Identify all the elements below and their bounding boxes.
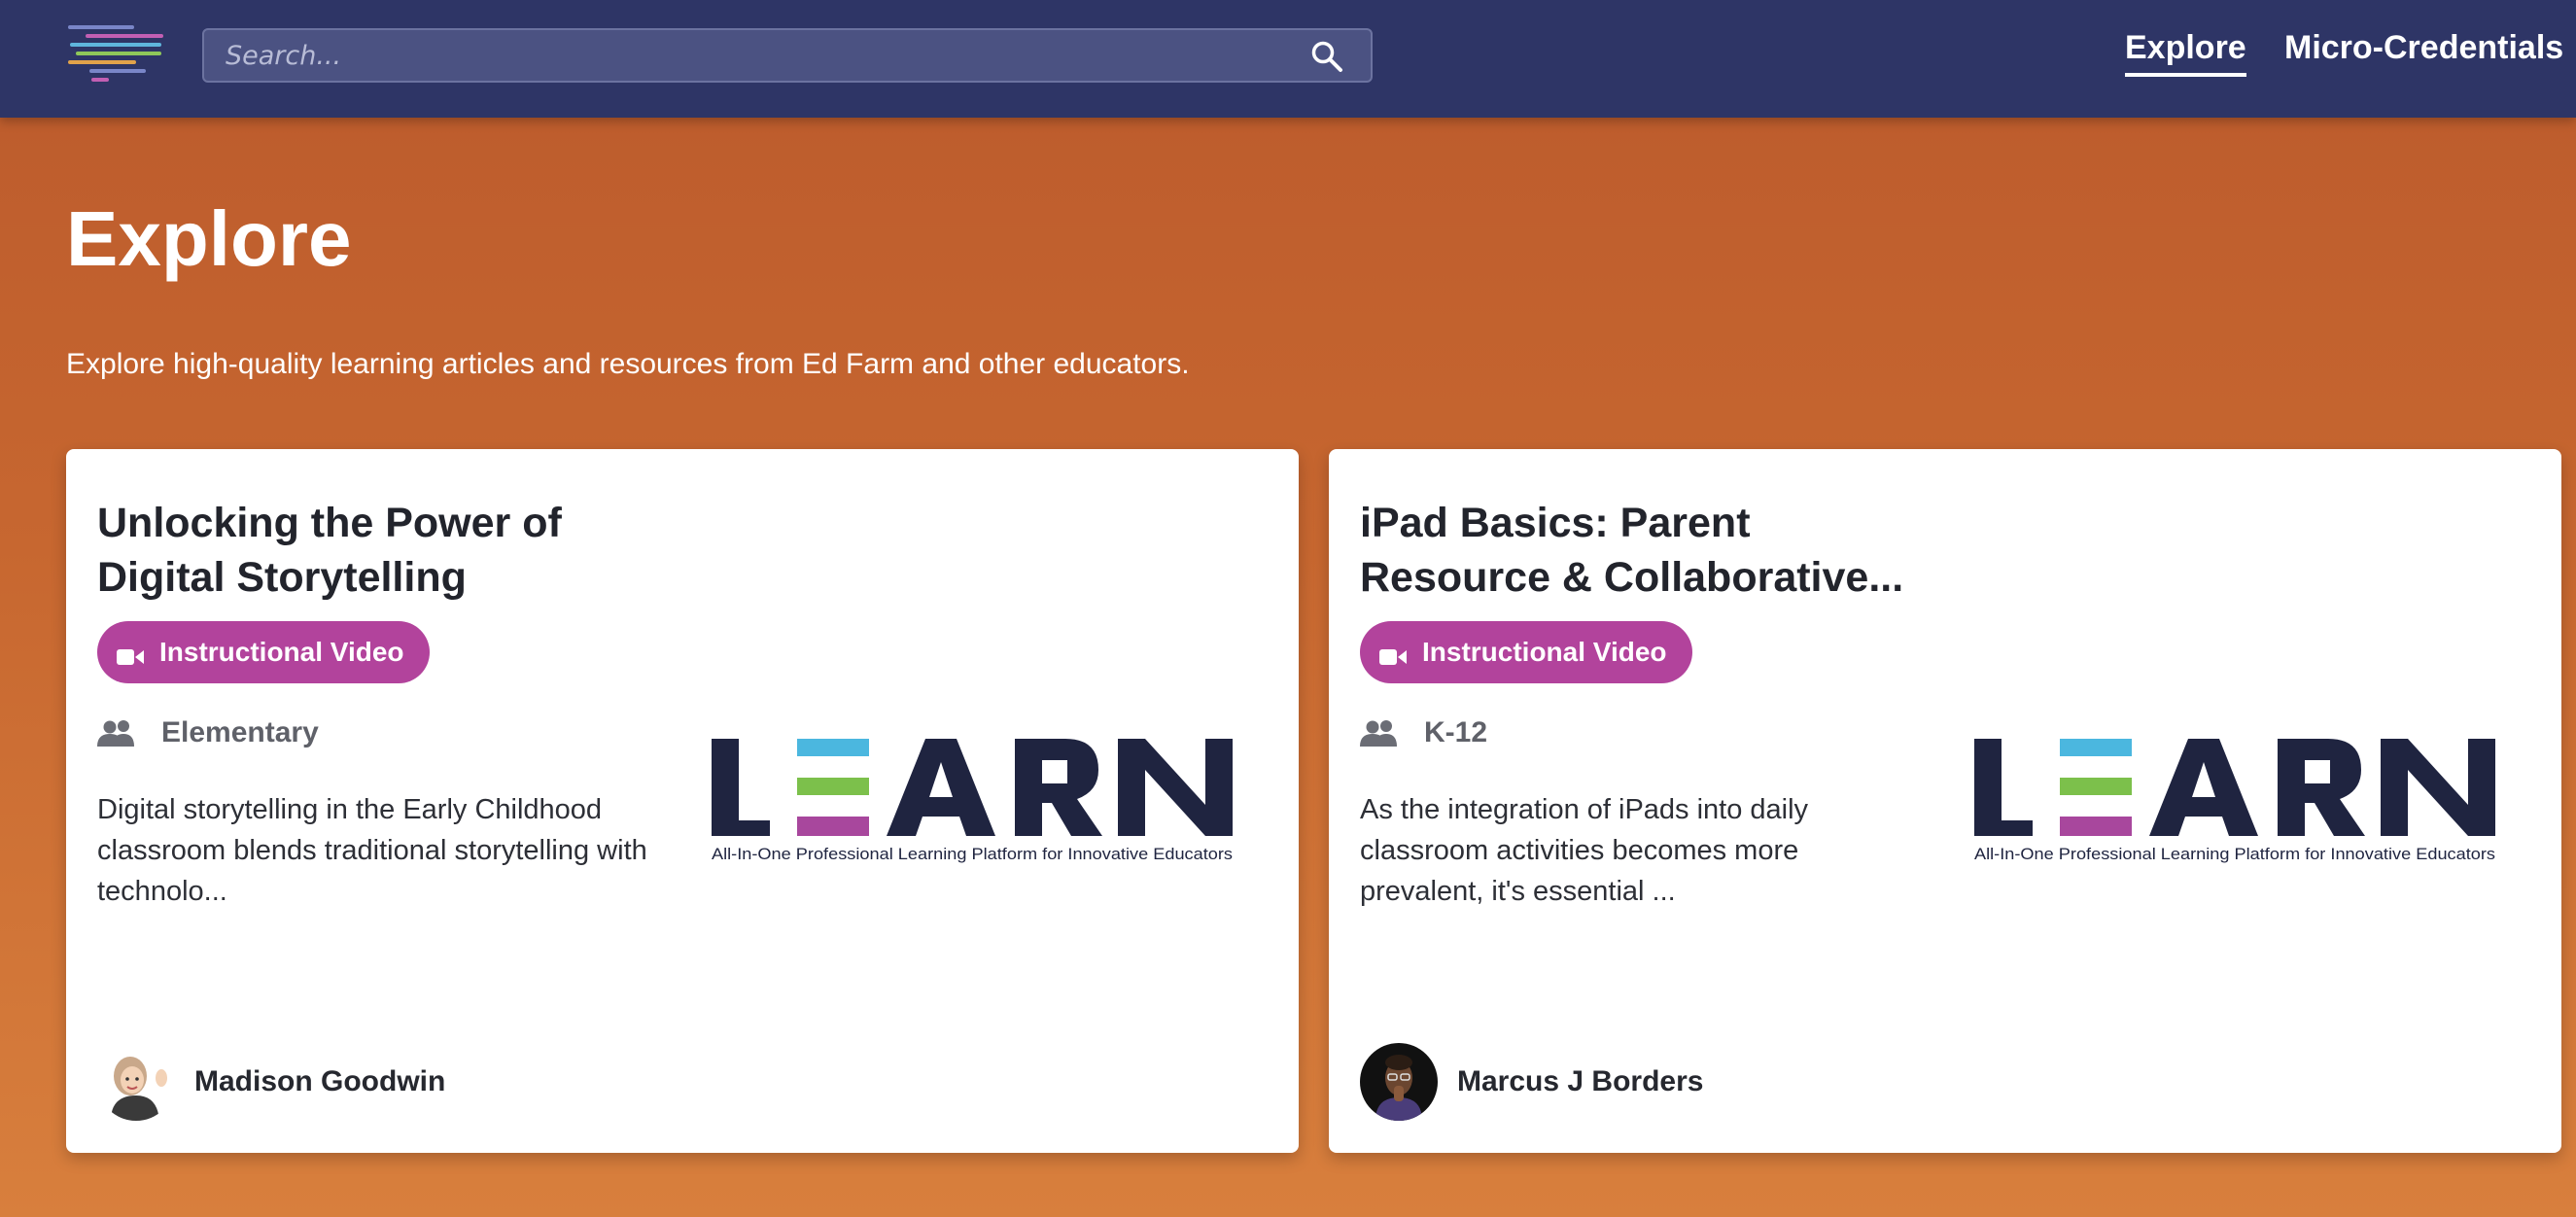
nav-link-explore[interactable]: Explore — [2125, 29, 2246, 77]
top-nav-bar: Explore Micro-Credentials — [0, 0, 2576, 118]
badge-label: Instructional Video — [1422, 637, 1667, 667]
menu-lines-logo-icon[interactable] — [68, 25, 165, 86]
search-input[interactable] — [226, 30, 1295, 81]
learn-logo-image: All-In-One Professional Learning Platfor… — [1974, 737, 2499, 863]
resource-card[interactable]: Unlocking the Power of Digital Storytell… — [66, 449, 1299, 1153]
avatar — [1360, 1043, 1438, 1121]
card-description: Digital storytelling in the Early Childh… — [97, 794, 647, 907]
content-type-badge: Instructional Video — [1360, 621, 1692, 683]
card-title[interactable]: iPad Basics: Parent Resource & Collabora… — [1360, 496, 1943, 605]
card-title[interactable]: Unlocking the Power of Digital Storytell… — [97, 496, 680, 605]
logo-tagline: All-In-One Professional Learning Platfor… — [1974, 845, 2495, 863]
audience-label: K-12 — [1424, 716, 1488, 748]
learn-logo-image: All-In-One Professional Learning Platfor… — [712, 737, 1236, 863]
resource-card[interactable]: iPad Basics: Parent Resource & Collabora… — [1329, 449, 2561, 1153]
author[interactable]: Marcus J Borders — [1360, 1042, 1703, 1122]
content-type-badge: Instructional Video — [97, 621, 430, 683]
search-icon[interactable] — [1310, 40, 1343, 73]
author[interactable]: Madison Goodwin — [97, 1042, 445, 1122]
logo-tagline: All-In-One Professional Learning Platfor… — [712, 845, 1233, 863]
author-name[interactable]: Marcus J Borders — [1457, 1065, 1703, 1098]
audience-label: Elementary — [161, 716, 319, 748]
search-bar — [202, 28, 1373, 83]
people-icon — [1360, 719, 1401, 747]
page-subtitle: Explore high-quality learning articles a… — [66, 348, 1190, 380]
people-icon — [97, 719, 138, 747]
audience-level: K-12 — [1360, 713, 1487, 752]
video-camera-icon — [1379, 643, 1407, 665]
page-title: Explore — [66, 195, 352, 282]
nav-link-micro-credentials[interactable]: Micro-Credentials — [2284, 29, 2563, 67]
author-name[interactable]: Madison Goodwin — [194, 1065, 445, 1098]
card-description: As the integration of iPads into daily c… — [1360, 794, 1809, 907]
avatar — [97, 1043, 175, 1121]
audience-level: Elementary — [97, 713, 319, 752]
video-camera-icon — [117, 643, 144, 665]
badge-label: Instructional Video — [159, 637, 404, 667]
